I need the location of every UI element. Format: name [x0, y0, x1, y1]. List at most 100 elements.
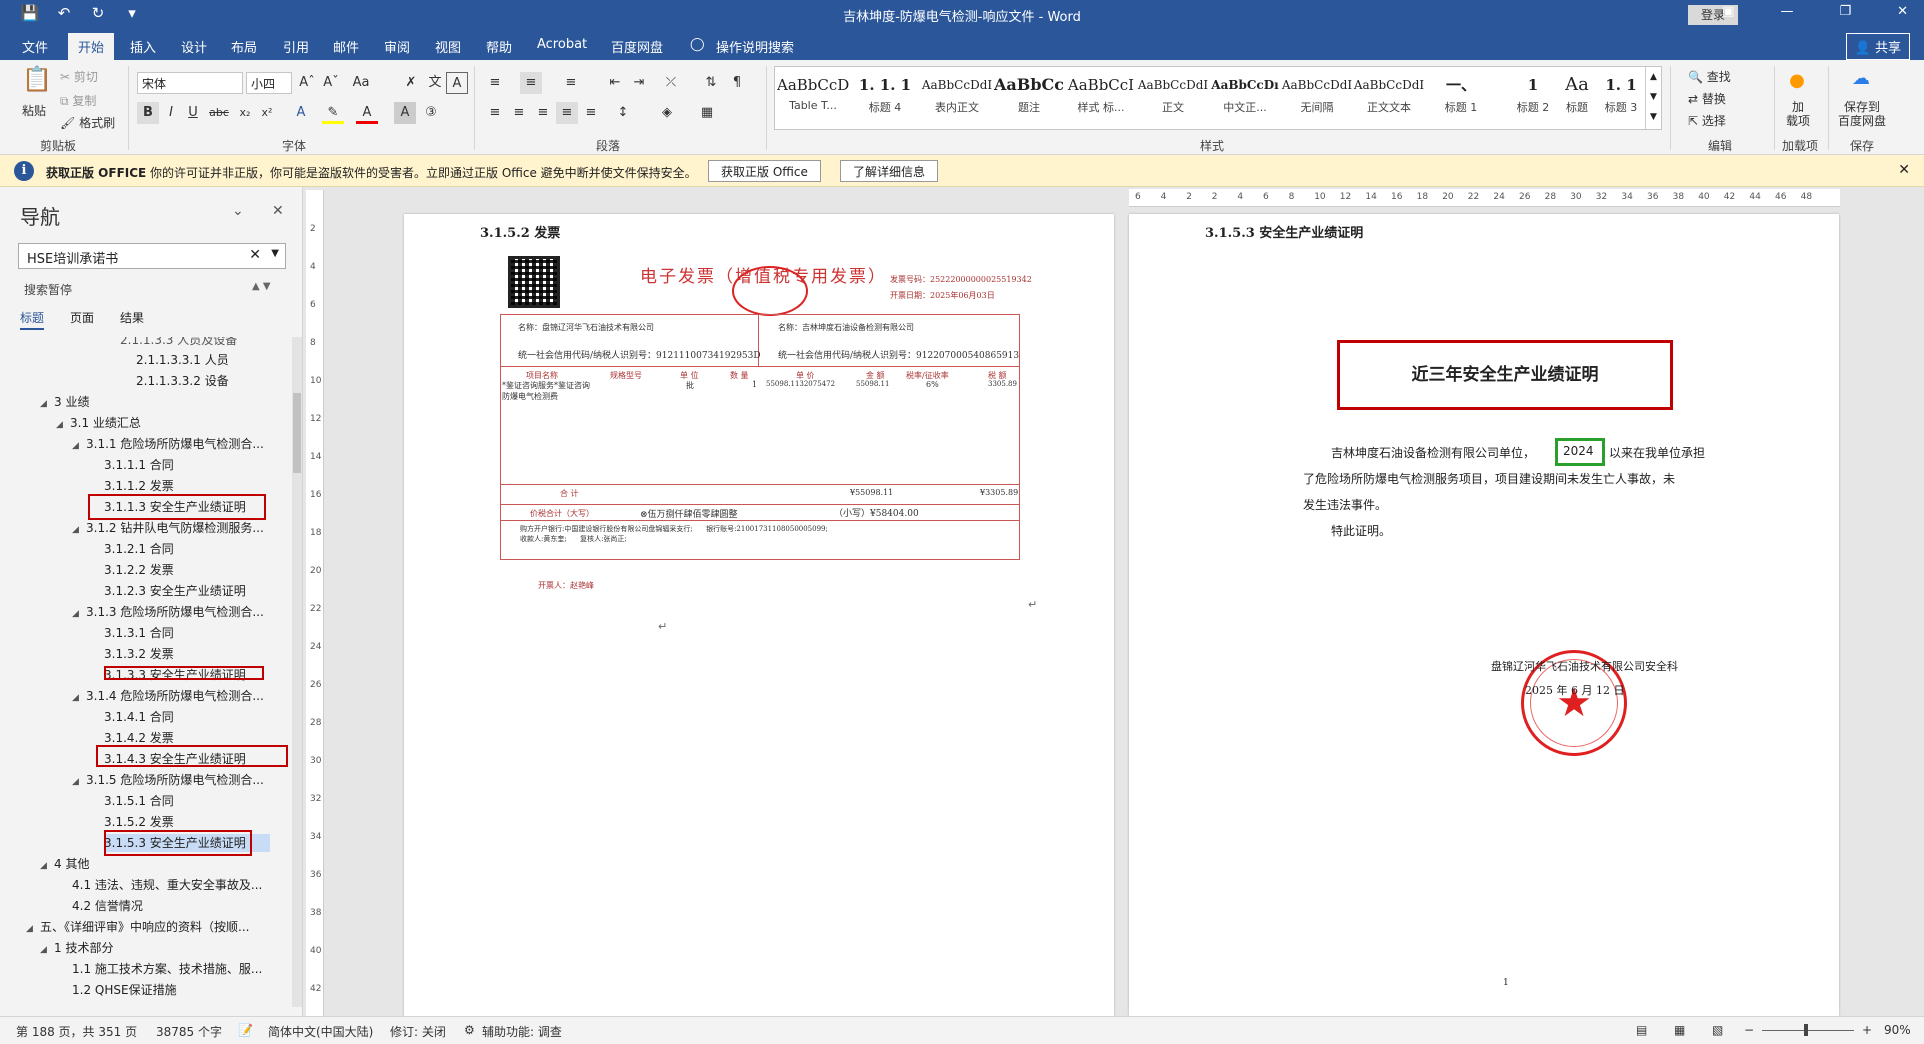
decrease-indent-icon[interactable]: ⇤ — [604, 72, 626, 94]
tab-view[interactable]: 视图 — [435, 37, 461, 56]
tab-help[interactable]: 帮助 — [486, 37, 512, 56]
search-options-icon[interactable]: ▼ — [271, 248, 279, 259]
justify-icon[interactable]: ≡ — [556, 102, 578, 124]
style-chinese-body[interactable]: AaBbCcDı 中文正... — [1209, 71, 1281, 127]
text-effects-icon[interactable]: A — [290, 102, 312, 124]
tab-layout[interactable]: 布局 — [231, 37, 257, 56]
tree-item[interactable]: 3.1.3.1 合同 — [104, 624, 174, 642]
chevron-down-icon[interactable]: ⌄ — [232, 203, 244, 219]
clear-search-icon[interactable]: ✕ — [249, 247, 261, 263]
language-indicator[interactable]: 简体中文(中国大陆) — [268, 1023, 373, 1040]
style-custom[interactable]: AaBbCcI 样式 标... — [1065, 71, 1137, 127]
shrink-font-icon[interactable]: Aˇ — [320, 72, 342, 94]
tree-item[interactable]: ◢ 3.1.3 危险场所防爆电气检测合... — [72, 603, 264, 621]
document-page-left[interactable]: 3.1.5.2 发票 电子发票（增值税专用发票） 发票号码：2522200000… — [404, 214, 1114, 1016]
collapse-icon[interactable]: ◢ — [72, 689, 86, 707]
line-spacing-icon[interactable]: ↕ — [612, 102, 634, 124]
document-page-right[interactable]: 3.1.5.3 安全生产业绩证明 近三年安全生产业绩证明 吉林坤度石油设备检测有… — [1129, 214, 1839, 1016]
addins-button[interactable]: 加 载项 — [1786, 100, 1810, 128]
highlight-icon[interactable]: ✎ — [322, 102, 344, 124]
change-case-icon[interactable]: Aa — [350, 72, 372, 94]
align-center-icon[interactable]: ≡ — [508, 102, 530, 124]
subscript-icon[interactable]: x₂ — [234, 102, 256, 124]
char-shading-icon[interactable]: A — [394, 102, 416, 124]
zoom-level[interactable]: 90% — [1884, 1023, 1911, 1037]
zoom-out-icon[interactable]: − — [1744, 1023, 1754, 1037]
tree-item[interactable]: 3.1.5.2 发票 — [104, 813, 174, 831]
tree-item[interactable]: ◢ 3.1.1 危险场所防爆电气检测合... — [72, 435, 264, 453]
tree-item[interactable]: 2.1.1.3.3 人员及设备 — [120, 337, 237, 349]
tree-item[interactable]: 4.1 违法、违规、重大安全事故及... — [72, 876, 262, 894]
tab-acrobat[interactable]: Acrobat — [537, 37, 587, 52]
tree-item[interactable]: 3.1.2.2 发票 — [104, 561, 174, 579]
tree-item[interactable]: 3.1.1.2 发票 — [104, 477, 174, 495]
tab-home[interactable]: 开始 — [68, 33, 115, 60]
style-heading-4[interactable]: 1. 1. 1 标题 4 — [849, 71, 921, 127]
web-layout-icon[interactable]: ▧ — [1712, 1023, 1723, 1037]
style-heading-3[interactable]: 1. 1 标题 3 — [1597, 71, 1645, 127]
baidu-cloud-icon[interactable]: ☁ — [1850, 68, 1872, 90]
result-nav-arrows[interactable]: ▲ ▼ — [252, 281, 271, 292]
previous-result-icon[interactable]: ▲ — [252, 281, 260, 292]
style-body-text[interactable]: AaBbCcDdI 正文文本 — [1353, 71, 1425, 127]
style-heading-1[interactable]: 一、 标题 1 — [1425, 71, 1497, 127]
format-painter-button[interactable]: 🖌 格式刷 — [60, 114, 115, 131]
tab-review[interactable]: 审阅 — [384, 37, 410, 56]
read-mode-icon[interactable]: ▤ — [1636, 1023, 1647, 1037]
select-button[interactable]: ⇱ 选择 — [1688, 112, 1726, 129]
sort-icon[interactable]: ⇅ — [700, 72, 722, 94]
tree-item[interactable]: ◢ 3.1 业绩汇总 — [56, 414, 141, 432]
zoom-slider[interactable] — [1762, 1030, 1854, 1031]
next-result-icon[interactable]: ▼ — [263, 281, 271, 292]
cut-button[interactable]: ✂ 剪切 — [60, 68, 98, 85]
paste-icon[interactable]: 📋 — [22, 67, 52, 98]
tree-item[interactable]: ◢ 3 业绩 — [40, 393, 89, 411]
align-left-icon[interactable]: ≡ — [484, 102, 506, 124]
grow-font-icon[interactable]: Aˆ — [296, 72, 318, 94]
superscript-icon[interactable]: x² — [256, 102, 278, 124]
tree-item[interactable]: 2.1.1.3.3.2 设备 — [136, 372, 229, 390]
zoom-slider-thumb[interactable] — [1804, 1024, 1808, 1036]
tree-item[interactable]: 3.1.5.1 合同 — [104, 792, 174, 810]
tree-item[interactable]: 2.1.1.3.3.1 人员 — [136, 351, 229, 369]
multilevel-list-icon[interactable]: ≡ — [560, 72, 582, 94]
get-genuine-office-button[interactable]: 获取正版 Office — [708, 160, 821, 182]
style-caption[interactable]: AaBbCc 题注 — [993, 71, 1065, 127]
tree-item[interactable]: 3.1.3.2 发票 — [104, 645, 174, 663]
tree-item[interactable]: 1.1 施工技术方案、技术措施、服... — [72, 960, 262, 978]
collapse-icon[interactable]: ◢ — [26, 920, 40, 938]
italic-icon[interactable]: I — [160, 102, 182, 124]
collapse-icon[interactable]: ◢ — [40, 941, 54, 959]
style-table-body[interactable]: AaBbCcDdI 表内正文 — [921, 71, 993, 127]
tree-item[interactable]: ◢ 1 技术部分 — [40, 939, 113, 957]
tab-file[interactable]: 文件 — [22, 37, 48, 56]
gallery-scroll[interactable]: ▲ ▼ ▼ — [1645, 67, 1661, 129]
nav-tab-pages[interactable]: 页面 — [70, 309, 94, 326]
tree-item[interactable]: 4.2 信誉情况 — [72, 897, 143, 915]
ribbon-display-icon[interactable]: ▣ — [1722, 4, 1734, 19]
tree-item[interactable]: ◢ 4 其他 — [40, 855, 89, 873]
style-no-spacing[interactable]: AaBbCcDdI 无间隔 — [1281, 71, 1353, 127]
phonetic-guide-icon[interactable]: 文 — [424, 72, 446, 94]
page-count[interactable]: 第 188 页，共 351 页 — [16, 1023, 137, 1040]
style-table-t[interactable]: AaBbCcDı Table T... — [777, 71, 849, 127]
track-changes-indicator[interactable]: 修订: 关闭 — [390, 1023, 446, 1040]
replace-button[interactable]: ⇄ 替换 — [1688, 90, 1726, 107]
collapse-icon[interactable]: ◢ — [56, 416, 70, 434]
style-title[interactable]: Aa 标题 — [1557, 71, 1597, 127]
proofing-icon[interactable]: 📝 — [238, 1023, 253, 1037]
increase-indent-icon[interactable]: ⇥ — [628, 72, 650, 94]
print-layout-icon[interactable]: ▦ — [1674, 1023, 1685, 1037]
learn-more-button[interactable]: 了解详细信息 — [840, 160, 939, 182]
tab-design[interactable]: 设计 — [181, 37, 207, 56]
copy-button[interactable]: ⧉ 复制 — [60, 92, 96, 109]
notification-close-icon[interactable]: ✕ — [1898, 162, 1910, 178]
zoom-in-icon[interactable]: + — [1862, 1023, 1872, 1037]
find-button[interactable]: 🔍 查找 — [1688, 68, 1731, 85]
clear-format-icon[interactable]: ✗ — [400, 72, 422, 94]
nav-scrollbar[interactable] — [292, 337, 302, 1007]
collapse-icon[interactable]: ◢ — [40, 857, 54, 875]
nav-tab-headings[interactable]: 标题 — [20, 309, 45, 330]
restore-icon[interactable]: ❐ — [1839, 4, 1851, 19]
collapse-icon[interactable]: ◢ — [72, 437, 86, 455]
